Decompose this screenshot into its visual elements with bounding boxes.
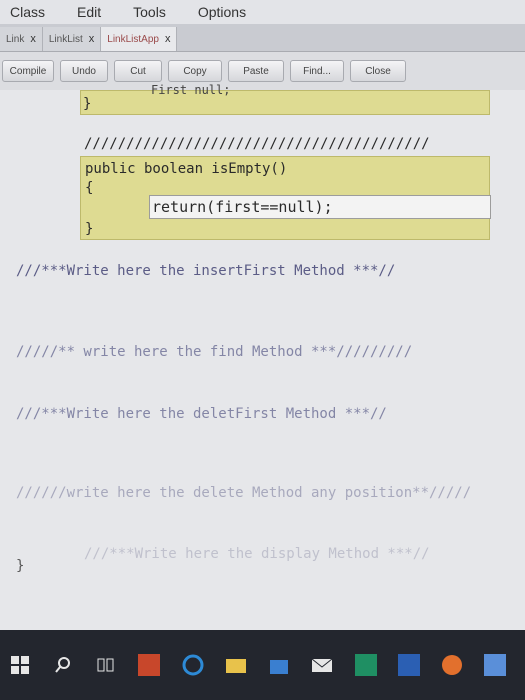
tab-label: LinkListApp bbox=[107, 33, 159, 45]
powerpoint-icon[interactable] bbox=[136, 651, 163, 679]
close-icon[interactable]: x bbox=[30, 33, 36, 45]
copy-button[interactable]: Copy bbox=[168, 60, 222, 82]
method-signature: public boolean isEmpty() bbox=[85, 161, 288, 177]
tab-label: LinkList bbox=[48, 33, 83, 45]
tab-link[interactable]: Link x bbox=[0, 27, 43, 51]
code-brace-final: } bbox=[16, 558, 25, 574]
menu-options[interactable]: Options bbox=[198, 4, 246, 20]
return-statement: return(first==null); bbox=[152, 198, 333, 216]
find-button[interactable]: Find... bbox=[290, 60, 344, 82]
mail-icon[interactable] bbox=[309, 651, 336, 679]
code-editor[interactable]: First null; } //////////////////////////… bbox=[0, 83, 525, 630]
compile-button[interactable]: Compile bbox=[2, 60, 54, 82]
word-icon[interactable] bbox=[395, 651, 422, 679]
cut-button[interactable]: Cut bbox=[114, 60, 162, 82]
tab-label: Link bbox=[6, 33, 25, 45]
close-icon[interactable]: x bbox=[165, 33, 171, 45]
tab-linklistapp[interactable]: LinkListApp x bbox=[101, 27, 178, 51]
menu-bar: Class Edit Tools Options bbox=[0, 0, 525, 24]
menu-edit[interactable]: Edit bbox=[77, 4, 101, 20]
taskbar bbox=[0, 630, 525, 700]
menu-tools[interactable]: Tools bbox=[133, 4, 166, 20]
comment-delete: //////write here the delete Method any p… bbox=[16, 485, 472, 501]
windows-start-icon[interactable] bbox=[6, 651, 33, 679]
comment-insertfirst: ///***Write here the insertFirst Method … bbox=[16, 263, 396, 279]
code-separator: ////////////////////////////////////////… bbox=[84, 136, 430, 152]
firefox-icon[interactable] bbox=[439, 651, 466, 679]
code-line-partial: First null; bbox=[151, 83, 231, 97]
file-explorer-icon[interactable] bbox=[222, 651, 249, 679]
code-brace: } bbox=[85, 221, 94, 237]
undo-button[interactable]: Undo bbox=[60, 60, 108, 82]
comment-find: /////** write here the find Method ***//… bbox=[16, 344, 413, 360]
paste-button[interactable]: Paste bbox=[228, 60, 284, 82]
comment-deletfirst: ///***Write here the deletFirst Method *… bbox=[16, 406, 387, 422]
app-grid-icon[interactable] bbox=[482, 651, 509, 679]
task-view-icon[interactable] bbox=[93, 651, 120, 679]
store-icon[interactable] bbox=[266, 651, 293, 679]
tab-linklist[interactable]: LinkList x bbox=[42, 27, 102, 51]
menu-class[interactable]: Class bbox=[10, 4, 45, 20]
close-button[interactable]: Close bbox=[350, 60, 406, 82]
code-brace: } bbox=[83, 96, 92, 112]
edge-browser-icon[interactable] bbox=[179, 651, 206, 679]
code-brace: { bbox=[85, 180, 94, 196]
tab-bar: Link x LinkList x LinkListApp x bbox=[0, 24, 525, 52]
toolbar: Compile Undo Cut Copy Paste Find... Clos… bbox=[0, 52, 525, 90]
publisher-icon[interactable] bbox=[352, 651, 379, 679]
method-body: return(first==null); bbox=[149, 195, 491, 219]
method-block-partial: First null; } bbox=[80, 83, 490, 115]
search-icon[interactable] bbox=[49, 651, 76, 679]
close-icon[interactable]: x bbox=[89, 33, 95, 45]
comment-display: ///***Write here the display Method ***/… bbox=[84, 546, 430, 562]
method-block-isempty: public boolean isEmpty() { return(first=… bbox=[80, 156, 491, 240]
